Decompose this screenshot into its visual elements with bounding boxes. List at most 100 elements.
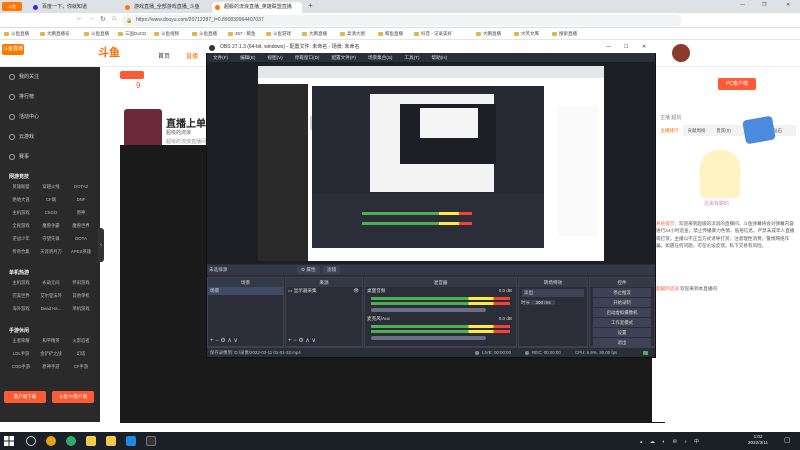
bookmark-item[interactable]: 大鹏直播号 [40, 30, 70, 38]
menu-help[interactable]: 帮助(H) [432, 55, 448, 60]
tv-client-button[interactable]: 斗鱼TV客户端 [52, 391, 94, 403]
exit-button[interactable]: 退出 [593, 338, 651, 347]
category-link[interactable]: CF手游 [66, 361, 96, 373]
promo-sticker-image[interactable] [742, 115, 776, 145]
category-link[interactable]: 完美世界 [6, 290, 36, 302]
transition-select[interactable]: 淡出 [522, 289, 584, 297]
scene-controls[interactable]: + − ⚙ ∧ ∨ [210, 337, 238, 344]
obs-maximize-button[interactable]: ☐ [624, 42, 628, 53]
new-tab-button[interactable]: + [308, 1, 313, 10]
category-link[interactable]: LOL手游 [6, 348, 36, 360]
chrome-icon[interactable] [46, 436, 56, 446]
pc-client-button[interactable]: PC客户端 [718, 78, 756, 90]
category-link[interactable]: 原神 [66, 207, 96, 219]
filters-button[interactable]: 滤镜 [323, 266, 341, 274]
bookmark-item[interactable]: 抖音 - 记录美好 [414, 30, 452, 38]
obs-taskbar-icon[interactable] [146, 436, 156, 446]
tab-anchor-rank[interactable]: 主播排行 [656, 125, 683, 136]
category-link[interactable]: 艾尔登法环 [36, 290, 66, 302]
menu-docks[interactable]: 停靠窗口(D) [295, 55, 320, 60]
category-link[interactable]: 天涯明月刀 [36, 246, 66, 258]
properties-button[interactable]: ⚙ 属性 [297, 266, 320, 274]
bookmark-item[interactable]: 搜索直播 [552, 30, 577, 38]
sidebar-item-follow[interactable]: 我的关注 [9, 73, 39, 80]
category-link[interactable]: DOTA [66, 233, 96, 245]
source-item[interactable]: ▭ 显示器采集 👁 [286, 287, 362, 295]
brand-logo[interactable]: 斗鱼 [98, 44, 120, 60]
browser-tab-2[interactable]: 游戏直播_全部游戏直播_斗鱼 [122, 2, 208, 13]
reload-icon[interactable]: ↻ [100, 15, 106, 23]
category-link[interactable]: 绝地大逃 [6, 194, 36, 206]
download-client-button[interactable]: 客户端下载 [4, 391, 46, 403]
forward-arrow-icon[interactable]: → [88, 15, 95, 22]
nav-home[interactable]: 首页 [158, 51, 170, 60]
bookmark-item[interactable]: 斗鱼直播 [4, 30, 29, 38]
home-icon[interactable]: ⌂ [112, 15, 116, 22]
start-recording-button[interactable]: 开始录制 [593, 298, 651, 307]
nav-live[interactable]: 直播 [186, 51, 198, 60]
category-link[interactable]: 幻塔 [66, 348, 96, 360]
sidebar-item-esports[interactable]: 赛事 [9, 153, 29, 160]
bookmark-item[interactable]: 斗鱼直播 [192, 30, 217, 38]
system-tray-icons[interactable]: ▴ ☁ ◐ ✉ ♪ 中 [640, 438, 702, 445]
settings-button[interactable]: 设置 [593, 328, 651, 337]
stop-streaming-button[interactable]: 停止推流 [593, 288, 651, 297]
bookmark-item[interactable]: 大笑文库 [514, 30, 539, 38]
category-link[interactable]: 逆战少年 [6, 233, 36, 245]
category-link[interactable]: 和平精英 [36, 335, 66, 347]
category-link[interactable]: 魔兽争霸 [36, 220, 66, 232]
category-link[interactable]: 英雄联盟 [6, 181, 36, 193]
tab-contrib-rank[interactable]: 贡献周榜 [683, 125, 710, 136]
category-link[interactable]: 主机游戏 [6, 207, 36, 219]
menu-profile[interactable]: 配置文件(P) [331, 55, 356, 60]
obs-minimize-button[interactable]: — [606, 42, 611, 53]
menu-file[interactable]: 文件(F) [213, 55, 228, 60]
category-link[interactable]: 永劫无间 [36, 277, 66, 289]
close-window-button[interactable]: ✕ [786, 2, 790, 8]
site-logo[interactable]: 斗鱼直播 [2, 44, 24, 55]
bookmark-item[interactable]: 357 - 鲸鱼 [228, 30, 256, 38]
browser-tab-3-active[interactable]: 超級的流浪直播_英雄联盟直播 [212, 2, 302, 13]
volume-slider[interactable] [371, 308, 486, 312]
bookmark-item[interactable]: 斗鱼游戏 [266, 30, 291, 38]
maximize-button[interactable]: ❐ [762, 2, 766, 8]
category-link[interactable]: 全民游戏 [6, 220, 36, 232]
sidebar-collapse-button[interactable]: ‹ [98, 228, 104, 262]
back-arrow-icon[interactable]: ← [76, 15, 83, 22]
taskbar-clock[interactable]: 1:02 2022/3/11 [748, 434, 768, 446]
category-link[interactable]: 王者荣耀 [6, 335, 36, 347]
category-link[interactable]: 主机游戏 [6, 277, 36, 289]
folder-icon[interactable] [106, 436, 116, 446]
category-link[interactable]: 其他单机 [66, 290, 96, 302]
category-link[interactable]: 怀旧游戏 [66, 277, 96, 289]
studio-mode-button[interactable]: 工作室模式 [593, 318, 651, 327]
anchor-name[interactable]: 超级的流浪 [166, 129, 191, 136]
anchor-avatar[interactable] [124, 109, 162, 147]
bookmark-item[interactable]: 斗鱼视频 [154, 30, 179, 38]
app-icon[interactable] [126, 436, 136, 446]
wechat-icon[interactable] [66, 436, 76, 446]
category-link[interactable]: 魔兽世界 [66, 220, 96, 232]
category-link[interactable]: DOTA2 [66, 181, 96, 193]
category-link[interactable]: CSGO [36, 207, 66, 219]
obs-close-button[interactable]: ✕ [642, 42, 646, 53]
bookmark-item[interactable]: 三国DoCD [118, 30, 146, 38]
sidebar-item-events[interactable]: 活动中心 [9, 113, 39, 120]
windows-start-icon[interactable] [4, 436, 14, 446]
bookmark-item[interactable]: 鲸鱼直播 [378, 30, 403, 38]
eye-icon[interactable]: 👁 [353, 287, 359, 295]
category-link[interactable]: 海外游戏 [6, 303, 36, 315]
search-icon[interactable] [26, 436, 36, 446]
menu-tools[interactable]: 工具(T) [404, 55, 419, 60]
sidebar-item-cloudgame[interactable]: 云游戏 [9, 133, 34, 140]
category-link[interactable]: 穿越火线 [36, 181, 66, 193]
notification-icon[interactable]: ▢ [784, 436, 794, 446]
user-avatar[interactable] [672, 44, 690, 62]
category-link[interactable]: 原神手游 [36, 361, 66, 373]
duration-input[interactable]: 300 ms [531, 300, 555, 305]
tab-vip[interactable]: 贵宾(0) [710, 125, 737, 136]
source-controls[interactable]: + − ⚙ ∧ ∨ [288, 337, 316, 344]
url-input[interactable]: https://www.douyu.com/20712287_l=0.89083… [122, 15, 682, 26]
douyu-ext-icon[interactable]: 斗鱼 [2, 2, 22, 11]
category-link[interactable]: DNF [66, 194, 96, 206]
